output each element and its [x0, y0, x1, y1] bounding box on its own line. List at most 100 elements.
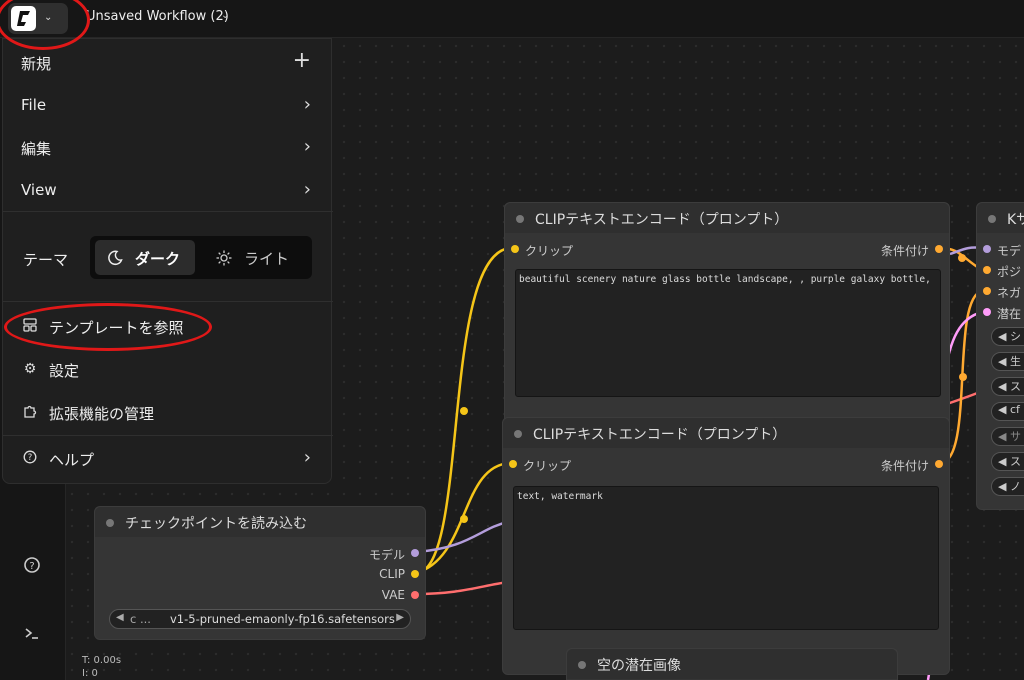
model-output-label: モデル [368, 548, 405, 562]
clip-output-label: CLIP [379, 567, 405, 581]
theme-dark-option[interactable]: ダーク [95, 240, 195, 275]
widget-scheduler[interactable]: ◀ ス [991, 452, 1024, 471]
prompt-textarea[interactable]: text, watermark [513, 486, 939, 630]
menu-divider [3, 211, 333, 212]
clip-input-label: クリップ [525, 244, 574, 258]
combo-left-arrow[interactable]: ◀ [116, 612, 124, 623]
model-input-label: モデ [997, 244, 1022, 258]
clip-text-encode-positive-node[interactable]: CLIPテキストエンコード（プロンプト） クリップ 条件付け beautiful… [504, 202, 950, 452]
menu-item-label: 新規 [21, 55, 52, 73]
checkpoint-name-combo[interactable]: ◀ c ... v1-5-pruned-emaonly-fp16.safeten… [109, 609, 411, 629]
menu-item-label: View [21, 181, 57, 199]
checkpoint-loader-node[interactable]: チェックポイントを読み込む モデル CLIP VAE ◀ c ... v1-5-… [94, 506, 426, 640]
menu-item-label: 拡張機能の管理 [49, 405, 155, 423]
clip-input-dot[interactable] [511, 245, 519, 253]
widget-seed[interactable]: ◀ シ [991, 327, 1024, 346]
menu-item-label: 編集 [21, 140, 52, 158]
node-title-bar[interactable]: チェックポイントを読み込む [95, 507, 425, 537]
node-title: CLIPテキストエンコード（プロンプト） [535, 212, 789, 228]
conditioning-output-label: 条件付け [880, 244, 929, 258]
latent-input-label: 潜在 [997, 307, 1022, 321]
node-title-bar[interactable]: CLIPテキストエンコード（プロンプト） [503, 418, 949, 448]
plus-icon: + [292, 48, 311, 73]
model-output-dot[interactable] [411, 549, 419, 557]
widget-sampler[interactable]: ◀ サ [991, 427, 1024, 446]
node-collapse-dot[interactable] [106, 519, 114, 527]
theme-toggle: ダーク ライト [90, 236, 312, 279]
menu-item-label: File [21, 96, 47, 114]
workflow-title[interactable]: Unsaved Workflow (2) [86, 9, 229, 24]
chevron-right-icon: › [303, 179, 311, 200]
node-title-bar[interactable]: 空の潜在画像 [567, 649, 897, 679]
negative-input-label: ネガ [997, 286, 1022, 300]
node-collapse-dot[interactable] [514, 430, 522, 438]
node-collapse-dot[interactable] [516, 215, 524, 223]
combo-right-arrow[interactable]: ▶ [396, 612, 404, 623]
node-title: Kサ [1007, 212, 1024, 228]
positive-input-dot[interactable] [983, 266, 991, 274]
widget-steps[interactable]: ◀ ス [991, 377, 1024, 396]
chevron-right-icon: › [303, 447, 311, 468]
widget-control-after-generate[interactable]: ◀ 生 [991, 352, 1024, 371]
clip-output-dot[interactable] [411, 570, 419, 578]
stat-index: I: 0 [82, 668, 98, 679]
top-bar: ⌄ Unsaved Workflow (2) ⌄ [0, 0, 1024, 38]
node-collapse-dot[interactable] [578, 661, 586, 669]
negative-input-dot[interactable] [983, 287, 991, 295]
moon-icon [108, 250, 123, 266]
node-title: CLIPテキストエンコード（プロンプト） [533, 427, 787, 443]
ksampler-node[interactable]: Kサ モデ ポジ ネガ 潜在 ◀ シ ◀ 生 ◀ ス ◀ cf ◀ サ ◀ ス … [976, 202, 1024, 510]
stat-time: T: 0.00s [82, 655, 122, 666]
clip-text-encode-negative-node[interactable]: CLIPテキストエンコード（プロンプト） クリップ 条件付け text, wat… [502, 417, 950, 675]
help-circle-icon: ? [21, 450, 39, 468]
menu-item-manage-extensions[interactable]: 拡張機能の管理 [3, 393, 333, 433]
gear-icon: ⚙ [23, 361, 37, 377]
menu-item-edit[interactable]: 編集 › [3, 128, 333, 168]
menu-item-view[interactable]: View › [3, 171, 333, 211]
menu-item-label: 設定 [49, 362, 80, 380]
combo-prefix: c ... [130, 612, 151, 626]
link-vae [415, 580, 509, 596]
menu-divider [3, 435, 333, 436]
annotation-circle-templates [4, 303, 212, 351]
empty-latent-image-node[interactable]: 空の潜在画像 [566, 648, 898, 680]
svg-text:?: ? [29, 561, 34, 572]
conditioning-output-dot[interactable] [935, 245, 943, 253]
terminal-icon[interactable] [20, 624, 44, 646]
node-title-bar[interactable]: CLIPテキストエンコード（プロンプト） [505, 203, 949, 233]
widget-cfg[interactable]: ◀ cf [991, 402, 1024, 421]
menu-item-label: ヘルプ [49, 451, 95, 469]
menu-divider [3, 301, 333, 302]
theme-label: テーマ [23, 251, 69, 269]
menu-item-help[interactable]: ? ヘルプ › [3, 439, 333, 479]
link-model [415, 520, 509, 554]
node-title: 空の潜在画像 [597, 658, 681, 674]
theme-light-option[interactable]: ライト [202, 240, 306, 275]
conditioning-output-dot[interactable] [935, 460, 943, 468]
node-title-bar[interactable]: Kサ [977, 203, 1024, 233]
theme-light-label: ライト [244, 250, 290, 268]
menu-item-settings[interactable]: ⚙ 設定 [3, 350, 333, 390]
svg-text:?: ? [28, 453, 33, 463]
positive-input-label: ポジ [997, 265, 1022, 279]
chevron-right-icon: › [303, 94, 311, 115]
node-collapse-dot[interactable] [988, 215, 996, 223]
workflow-chevron-down-icon[interactable]: ⌄ [221, 10, 229, 21]
chevron-right-icon: › [303, 136, 311, 157]
sun-icon [216, 250, 232, 266]
help-center-icon[interactable]: ? [20, 556, 44, 578]
widget-denoise[interactable]: ◀ ノ [991, 477, 1024, 496]
combo-value: v1-5-pruned-emaonly-fp16.safetensors [170, 612, 395, 626]
prompt-textarea[interactable]: beautiful scenery nature glass bottle la… [515, 269, 941, 397]
model-input-dot[interactable] [983, 245, 991, 253]
node-title: チェックポイントを読み込む [125, 516, 307, 532]
vae-output-dot[interactable] [411, 591, 419, 599]
clip-input-label: クリップ [523, 459, 572, 473]
clip-input-dot[interactable] [509, 460, 517, 468]
main-menu-dropdown: 新規 + File › 編集 › View › テーマ ダーク ライト テンプレ [2, 38, 333, 484]
latent-input-dot[interactable] [983, 308, 991, 316]
menu-item-file[interactable]: File › [3, 86, 333, 126]
theme-dark-label: ダーク [135, 250, 181, 268]
conditioning-output-label: 条件付け [880, 459, 929, 473]
puzzle-icon [21, 404, 39, 422]
